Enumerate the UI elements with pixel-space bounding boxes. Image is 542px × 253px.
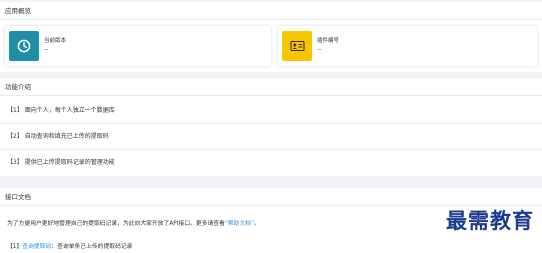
plugin-id-value: -- (317, 46, 322, 53)
api-item: 【1】查询提取码：查询单条已上传的提取码记录 (7, 241, 132, 250)
api-title: 接口文档 (0, 188, 542, 206)
overview-section: 应用概览 当前版本 -- 插件编号 -- (0, 2, 542, 72)
overview-title: 应用概览 (0, 2, 542, 20)
plugin-id-card: 插件编号 -- (278, 26, 537, 66)
feature-item: 【1】 面向个人，每个人独立一个数据库 (0, 98, 542, 124)
features-section: 功能介绍 【1】 面向个人，每个人独立一个数据库 【2】 自动查询和填充已上传的… (0, 78, 542, 176)
version-label: 当前版本 (44, 38, 67, 44)
feature-num: 【2】 (7, 133, 23, 140)
feature-num: 【1】 (7, 107, 23, 114)
id-card-icon (282, 31, 312, 61)
plugin-id-label: 插件编号 (317, 38, 340, 44)
api-desc-suffix: 。 (254, 221, 260, 227)
api-desc-text: 为了方便用户更好地管理自己的提取码记录，为此向大家开放了API接口。更多请查看 (7, 221, 225, 227)
feature-text: 提供已上传提取码记录的管理功能 (24, 159, 115, 166)
feature-item: 【2】 自动查询和填充已上传的提取码 (0, 124, 542, 150)
version-card: 当前版本 -- (5, 26, 271, 66)
version-value: -- (44, 46, 49, 53)
feature-item: 【3】 提供已上传提取码记录的管理功能 (0, 150, 542, 176)
api-description: 为了方便用户更好地管理自己的提取码记录，为此向大家开放了API接口。更多请查看“… (7, 218, 260, 227)
watermark-logo: 最需教育 (446, 208, 534, 233)
clock-icon (9, 31, 39, 61)
feature-text: 自动查询和填充已上传的提取码 (24, 133, 109, 140)
api-item-text: ：查询单条已上传的提取码记录 (51, 244, 133, 250)
page: 应用概览 当前版本 -- 插件编号 -- 功能介绍 【1】 面向个人，每个人独立… (0, 0, 542, 253)
query-code-link[interactable]: 查询提取码 (22, 244, 51, 250)
feature-text: 面向个人，每个人独立一个数据库 (24, 107, 115, 114)
help-docs-link[interactable]: “帮助文档” (225, 221, 254, 227)
feature-num: 【3】 (7, 159, 23, 166)
feature-list: 【1】 面向个人，每个人独立一个数据库 【2】 自动查询和填充已上传的提取码 【… (0, 98, 542, 176)
api-item-num: 【1】 (7, 244, 23, 250)
overview-cards: 当前版本 -- 插件编号 -- (5, 26, 537, 66)
features-title: 功能介绍 (0, 78, 542, 96)
